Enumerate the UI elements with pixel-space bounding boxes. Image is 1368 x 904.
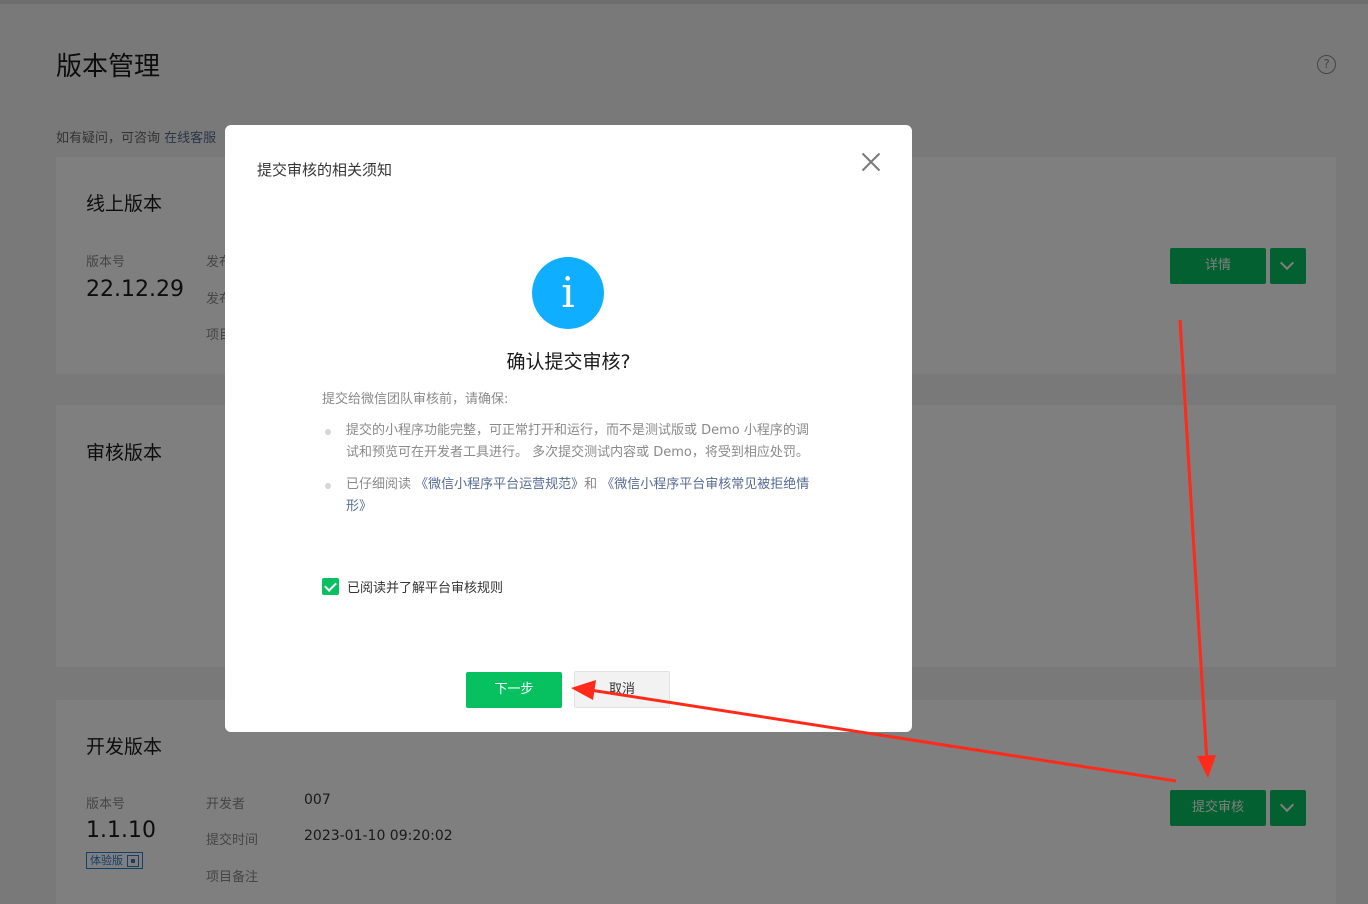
annotation-arrows bbox=[571, 319, 1216, 783]
arrow-to-next-button bbox=[571, 680, 1177, 783]
arrow-down-to-submit bbox=[1178, 319, 1216, 778]
